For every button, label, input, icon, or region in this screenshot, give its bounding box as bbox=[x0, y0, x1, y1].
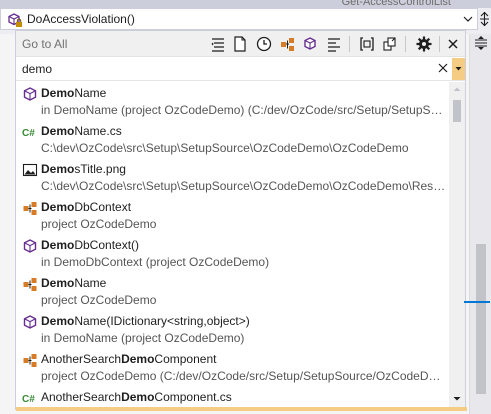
class-icon[interactable] bbox=[278, 34, 298, 54]
result-name-match: Demo bbox=[41, 124, 75, 138]
result-detail: C:\dev\OzCode\src\Setup\SetupSource\OzCo… bbox=[41, 141, 409, 155]
editor-scroll-thumb[interactable] bbox=[476, 244, 486, 394]
result-name-rest: sTitle.png bbox=[74, 162, 126, 176]
result-name-match: Demo bbox=[41, 162, 75, 176]
class-icon bbox=[23, 202, 37, 215]
result-detail: project OzCodeDemo bbox=[41, 217, 157, 231]
result-detail: C:\dev\OzCode\src\Setup\SetupSource\OzCo… bbox=[41, 179, 446, 193]
go-to-all-popup: Go to All demo DemoName in DemoName (pro… bbox=[15, 30, 467, 411]
result-name: DemoDbContext() bbox=[41, 238, 139, 252]
split-window-icon[interactable] bbox=[470, 34, 491, 52]
popup-toolbar: Go to All bbox=[16, 31, 465, 57]
result-name: DemoName bbox=[41, 86, 106, 100]
document-tab-label[interactable]: Get-AccessControlList bbox=[342, 0, 451, 8]
result-item[interactable]: C# DemoName.cs C:\dev\OzCode\src\Setup\Set… bbox=[16, 120, 449, 158]
popup-accent-border bbox=[16, 407, 467, 411]
result-item[interactable]: DemosTitle.png C:\dev\OzCode\src\Setup\Se… bbox=[16, 158, 449, 196]
result-detail: project OzCodeDemo bbox=[41, 293, 157, 307]
results-scroll-thumb[interactable] bbox=[453, 100, 461, 122]
search-input[interactable] bbox=[18, 59, 452, 79]
result-name-match: Demo bbox=[41, 86, 75, 100]
split-window-icon[interactable] bbox=[478, 8, 491, 30]
results-scrollbar[interactable] bbox=[449, 82, 465, 407]
editor-scrollbar[interactable] bbox=[464, 34, 491, 414]
method-icon bbox=[23, 239, 37, 253]
pin-icon[interactable] bbox=[380, 34, 400, 54]
result-item[interactable]: DemoName(IDictionary<string,object>) in D… bbox=[16, 310, 449, 348]
result-name-rest: DbContext() bbox=[74, 238, 140, 252]
clock-icon[interactable] bbox=[254, 34, 274, 54]
result-name: DemoDbContext bbox=[41, 200, 131, 214]
result-name-rest: Component bbox=[154, 352, 217, 366]
result-name: DemoName bbox=[41, 276, 106, 290]
result-item[interactable]: AnotherSearchDemoComponent project OzCode… bbox=[16, 348, 449, 386]
result-name: DemosTitle.png bbox=[41, 162, 126, 176]
caret-position-marker bbox=[464, 301, 490, 303]
result-name: DemoName.cs bbox=[41, 124, 122, 138]
result-name-match: Demo bbox=[121, 390, 155, 404]
result-name-match: Demo bbox=[41, 314, 75, 328]
result-name: DemoName(IDictionary<string,object>) bbox=[41, 314, 250, 328]
svg-text:C#: C# bbox=[22, 128, 35, 139]
close-icon[interactable] bbox=[443, 34, 463, 54]
search-bar bbox=[16, 57, 465, 81]
result-detail: in DemoName (project OzCodeDemo) (C:/dev… bbox=[41, 103, 446, 117]
document-tab-strip: Get-AccessControlList bbox=[0, 0, 491, 8]
result-name-rest: Component.cs bbox=[154, 390, 232, 404]
result-item[interactable]: DemoDbContext() in DemoDbContext (project… bbox=[16, 234, 449, 272]
scroll-down-icon[interactable] bbox=[449, 392, 465, 406]
member-name: DoAccessViolation() bbox=[27, 12, 135, 26]
result-name-prefix: AnotherSearch bbox=[41, 352, 122, 366]
toolbar-separator bbox=[349, 36, 350, 52]
file-icon[interactable] bbox=[230, 34, 250, 54]
result-name-prefix: AnotherSearch bbox=[41, 390, 122, 404]
align-icon[interactable] bbox=[324, 34, 344, 54]
result-detail: in DemoDbContext (project OzCodeDemo) bbox=[41, 255, 270, 269]
result-name: AnotherSearchDemoComponent.cs bbox=[41, 390, 232, 404]
result-item[interactable]: C# AnotherSearchDemoComponent.cs bbox=[16, 386, 449, 407]
method-lock-icon bbox=[8, 13, 22, 27]
result-item[interactable]: DemoName project OzCodeDemo bbox=[16, 272, 449, 310]
results-list: DemoName in DemoName (project OzCodeDemo)… bbox=[16, 82, 449, 407]
clear-search-icon[interactable] bbox=[436, 60, 450, 76]
member-navigation-bar: Get-AccessControlList DoAccessViolation(… bbox=[0, 0, 491, 34]
method-icon bbox=[23, 315, 37, 329]
csharp-file-icon: C# bbox=[22, 128, 35, 139]
scroll-up-icon[interactable] bbox=[449, 82, 465, 96]
result-name-match: Demo bbox=[41, 276, 75, 290]
class-icon bbox=[23, 354, 37, 367]
result-name: AnotherSearchDemoComponent bbox=[41, 352, 216, 366]
result-name-rest: Name(IDictionary<string,object>) bbox=[74, 314, 250, 328]
result-name-rest: DbContext bbox=[74, 200, 132, 214]
result-item[interactable]: DemoName in DemoName (project OzCodeDemo)… bbox=[16, 82, 449, 120]
filter-lines-icon[interactable] bbox=[208, 34, 228, 54]
result-name-rest: Name bbox=[74, 86, 107, 100]
image-file-icon bbox=[22, 163, 38, 177]
result-name-rest: Name bbox=[74, 276, 107, 290]
class-icon bbox=[23, 278, 37, 291]
result-name-rest: Name.cs bbox=[74, 124, 122, 138]
svg-text:C#: C# bbox=[22, 394, 35, 405]
result-name-match: Demo bbox=[41, 238, 75, 252]
method-icon bbox=[23, 87, 37, 101]
cube-icon[interactable] bbox=[300, 34, 320, 54]
result-detail: in DemoName (project OzCodeDemo) bbox=[41, 331, 245, 345]
toolbar-separator bbox=[439, 36, 440, 52]
result-item[interactable]: DemoDbContext project OzCodeDemo bbox=[16, 196, 449, 234]
popup-title: Go to All bbox=[22, 37, 68, 51]
result-detail: project OzCodeDemo (C:/dev/OzCode/src/Se… bbox=[41, 369, 446, 383]
result-name-match: Demo bbox=[121, 352, 155, 366]
result-name-match: Demo bbox=[41, 200, 75, 214]
bracket-icon[interactable] bbox=[357, 34, 377, 54]
csharp-file-icon: C# bbox=[22, 394, 35, 405]
member-dropdown[interactable]: DoAccessViolation() bbox=[0, 8, 478, 30]
search-history-dropdown[interactable] bbox=[452, 58, 465, 80]
toolbar-separator bbox=[405, 36, 406, 52]
gear-icon[interactable] bbox=[414, 34, 434, 54]
chevron-down-icon[interactable] bbox=[459, 9, 477, 29]
